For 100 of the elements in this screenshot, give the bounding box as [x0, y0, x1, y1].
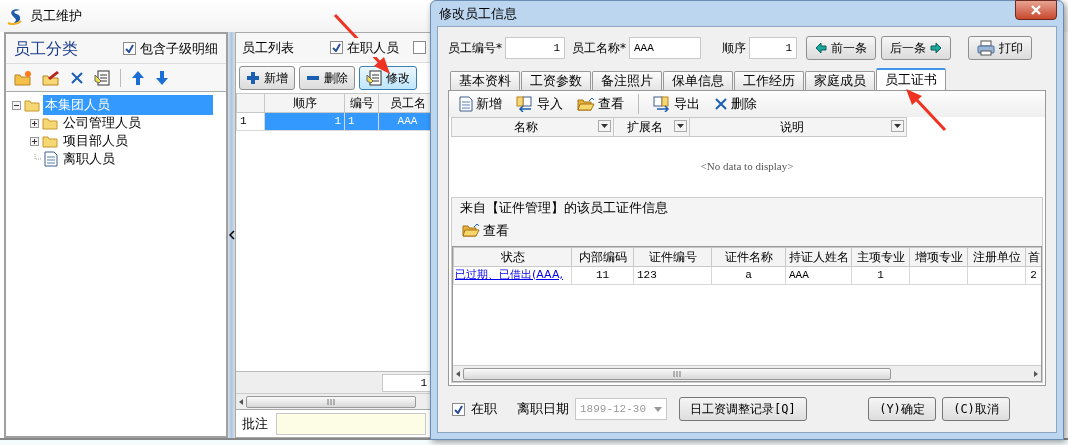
panel-title: 员工分类 [14, 37, 78, 60]
nav-button[interactable]: 打印 [968, 36, 1032, 60]
chevron-left-icon [228, 230, 235, 240]
toolbar-button[interactable]: 查看 [577, 94, 624, 114]
checkbox[interactable] [452, 402, 465, 416]
expand-toggle[interactable] [12, 100, 21, 110]
table-cell: a [711, 266, 786, 284]
open-folder-icon [577, 96, 595, 112]
splitter-handle[interactable] [228, 32, 235, 438]
field-label: 离职日期 [517, 400, 569, 419]
arrow-up-icon[interactable] [131, 69, 145, 86]
dialog-button[interactable]: 日工资调整记录[Q] [679, 397, 807, 421]
horizontal-scrollbar[interactable] [236, 393, 432, 409]
caret-down-icon [677, 124, 684, 128]
toolbar-button[interactable]: 删除 [299, 66, 355, 90]
export-icon [653, 96, 671, 112]
tab[interactable]: 家庭成员 [805, 71, 875, 90]
close-button[interactable] [1015, 0, 1057, 20]
nav-button[interactable]: 前一条 [806, 36, 876, 60]
tab[interactable]: 基本资料 [450, 71, 520, 90]
folder-edit-icon[interactable] [42, 69, 60, 86]
column-header[interactable]: 顺序 [264, 93, 345, 113]
expand-toggle[interactable] [30, 118, 39, 128]
column-header[interactable]: 注册单位 [967, 247, 1026, 266]
scroll-left-icon [238, 397, 244, 406]
dialog-title: 修改员工信息 [439, 4, 517, 23]
field-label: 员工编号* [448, 40, 502, 57]
column-header[interactable]: 证件名称 [711, 247, 786, 266]
table-cell: AAA [785, 266, 852, 284]
toolbar-button[interactable]: 导出 [653, 94, 700, 114]
arrow-down-icon[interactable] [155, 69, 169, 86]
app-logo-icon [6, 7, 24, 25]
tree-item[interactable]: 公司管理人员 [61, 113, 143, 133]
column-header[interactable]: 主项专业 [851, 247, 910, 266]
dialog-button[interactable]: (Y)确定 [868, 397, 936, 421]
table-cell: 11 [571, 266, 634, 284]
check-icon [454, 404, 463, 414]
annotation-arrow [906, 89, 947, 132]
toolbar-button[interactable]: 修改 [359, 66, 417, 90]
toolbar-button[interactable]: 新增 [239, 66, 295, 90]
checkbox[interactable] [330, 41, 343, 54]
expand-toggle[interactable] [30, 136, 39, 146]
toolbar-button[interactable]: 删除 [714, 94, 757, 114]
column-header[interactable]: 增项专业 [909, 247, 968, 266]
printer-icon [977, 40, 995, 56]
column-header[interactable]: 名称 [451, 117, 614, 137]
tab[interactable]: 工作经历 [734, 71, 804, 90]
column-header[interactable]: 编号 [344, 93, 379, 113]
note-field[interactable] [276, 412, 426, 435]
delete-icon [714, 97, 728, 111]
tab[interactable]: 员工证书 [876, 68, 946, 90]
horizontal-scrollbar[interactable] [453, 365, 1041, 381]
column-header[interactable]: 证件编号 [633, 247, 712, 266]
window-title: 员工维护 [30, 7, 82, 26]
folder-icon [42, 134, 58, 148]
toolbar-button[interactable]: 查看 [462, 220, 509, 241]
toolbar-button[interactable]: 导入 [516, 94, 563, 114]
filter-dropdown[interactable] [891, 120, 904, 132]
checkbox-label: 在职 [471, 400, 497, 419]
checkbox-label: 包含子级明细 [140, 39, 218, 58]
tab[interactable]: 保单信息 [663, 71, 733, 90]
tree-item[interactable]: 离职人员 [61, 149, 117, 169]
arrow-right-icon [930, 42, 942, 54]
filter-dropdown[interactable] [674, 120, 687, 132]
scroll-right-icon [1033, 369, 1039, 378]
tab[interactable]: 工资参数 [521, 71, 591, 90]
open-folder-icon [462, 223, 480, 238]
text-field[interactable]: AAA [629, 37, 701, 59]
checkbox[interactable] [413, 41, 426, 54]
caret-down-icon [601, 124, 608, 128]
document-icon [459, 96, 473, 112]
nav-button[interactable]: 后一条 [881, 36, 951, 60]
column-header[interactable]: 说明 [689, 117, 907, 137]
close-icon [1031, 4, 1041, 15]
table-cell: 1 [851, 266, 910, 284]
caret-down-icon [654, 406, 662, 412]
field-label: 员工名称* [572, 40, 626, 57]
panel-title: 员工列表 [242, 38, 294, 57]
text-field[interactable]: 1 [749, 37, 797, 59]
checkbox[interactable] [123, 42, 136, 55]
toolbar-button[interactable]: 新增 [459, 94, 502, 114]
column-header[interactable]: 内部编码 [571, 247, 634, 266]
column-header[interactable]: 状态 [453, 247, 572, 266]
arrow-left-icon [815, 42, 827, 54]
total-cell: 1 [382, 374, 432, 392]
plus-icon [31, 119, 38, 127]
text-field[interactable]: 1 [505, 37, 565, 59]
delete-icon[interactable] [70, 70, 84, 85]
edit-document-icon[interactable] [94, 69, 110, 86]
grip-icon [327, 398, 335, 405]
column-header[interactable]: 扩展名 [613, 117, 690, 137]
tree-item[interactable]: 项目部人员 [61, 131, 130, 151]
column-header[interactable]: 持证人姓名 [785, 247, 852, 266]
field-label: 批注 [242, 414, 268, 433]
filter-dropdown[interactable] [598, 120, 611, 132]
tab[interactable]: 备注照片 [592, 71, 662, 90]
column-header[interactable]: 员工名 [378, 93, 432, 113]
checkbox-label: 在职人员 [347, 37, 399, 58]
check-icon [332, 43, 341, 52]
dialog-button[interactable]: (C)取消 [942, 397, 1010, 421]
